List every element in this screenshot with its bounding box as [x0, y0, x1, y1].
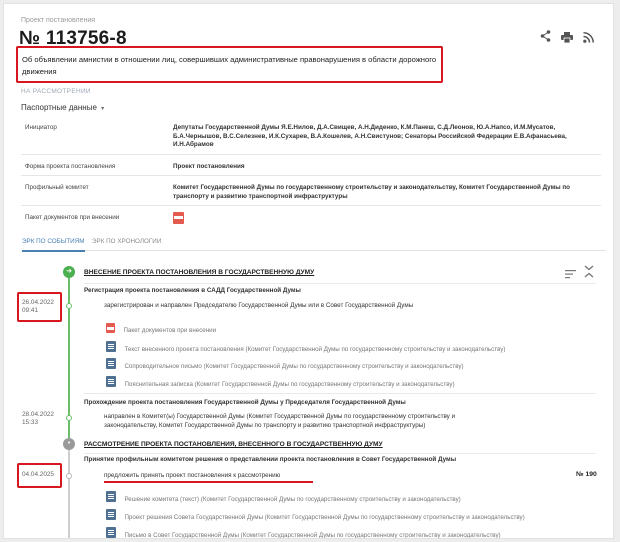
tab-events[interactable]: ЭРК ПО СОБЫТИЯМ: [22, 238, 85, 252]
passport-key: Профильный комитет: [21, 175, 169, 206]
underline-highlight: [104, 481, 313, 483]
document-label: Решение комитета (текст) (Комитет Госуда…: [124, 496, 461, 503]
document-link[interactable]: Пояснительная записка (Комитет Государст…: [106, 373, 455, 391]
document-label: Пакет документов при внесении: [123, 327, 217, 334]
divider: [84, 393, 596, 394]
doc-icon: [106, 491, 116, 503]
passport-row: Форма проекта постановления Проект поста…: [21, 154, 601, 176]
document-link[interactable]: Пакет документов при внесении: [106, 319, 216, 337]
doc-icon: [106, 527, 116, 538]
doc-icon: [106, 509, 116, 521]
document-link[interactable]: Сопроводительное письмо (Комитет Государ…: [106, 355, 464, 373]
rss-icon[interactable]: [583, 30, 594, 43]
pdf-icon[interactable]: [173, 212, 184, 224]
event-time: 15:33: [22, 419, 38, 426]
passport-value: Депутаты Государственной Думы Я.Е.Нилов,…: [169, 120, 601, 155]
print-icon[interactable]: [561, 30, 573, 44]
bill-description: Об объявлении амнистии в отношении лиц, …: [22, 55, 437, 76]
document-link[interactable]: Решение комитета (текст) (Комитет Госуда…: [106, 488, 461, 506]
chevron-down-icon: ▾: [101, 106, 105, 112]
sort-icon[interactable]: [565, 266, 577, 279]
bill-kind-label: Проект постановления: [21, 17, 96, 24]
doc-icon: [106, 376, 116, 388]
document-link[interactable]: Письмо в Совет Государственной Думы (Ком…: [106, 524, 501, 539]
document-label: Проект решения Совета Государственной Ду…: [124, 514, 525, 521]
passport-table: Инициатор Депутаты Государственной Думы …: [21, 120, 601, 232]
event-text: зарегистрирован и направлен Председателю…: [104, 302, 414, 309]
document-label: Сопроводительное письмо (Комитет Государ…: [124, 363, 464, 370]
bill-card: Проект постановления № 113756-8 Об объяв…: [3, 3, 614, 539]
passport-row: Пакет документов при внесении: [21, 206, 601, 232]
document-link[interactable]: Проект решения Совета Государственной Ду…: [106, 506, 525, 524]
event-date: 04.04.2025: [22, 471, 54, 478]
tab-bar: ЭРК ПО СОБЫТИЯМ ЭРК ПО ХРОНОЛОГИИ: [21, 237, 606, 252]
stage-title[interactable]: ВНЕСЕНИЕ ПРОЕКТА ПОСТАНОВЛЕНИЯ В ГОСУДАР…: [84, 269, 314, 276]
passport-value: Комитет Государственной Думы по государс…: [169, 175, 601, 206]
stage-title[interactable]: РАССМОТРЕНИЕ ПРОЕКТА ПОСТАНОВЛЕНИЯ, ВНЕС…: [84, 441, 383, 448]
doc-icon: [106, 341, 116, 353]
passport-key: Пакет документов при внесении: [25, 214, 120, 221]
event-dot: [66, 415, 72, 421]
stage-done-icon: ➜: [63, 266, 75, 278]
event-subtitle: Регистрация проекта постановления в САДД…: [84, 287, 301, 294]
event-dot: [66, 303, 72, 309]
passport-heading: Паспортные данные: [21, 103, 97, 112]
event-subtitle: Прохождение проекта постановления Госуда…: [84, 399, 406, 406]
event-text: направлен в Комитет(ы) Государственной Д…: [104, 413, 456, 429]
share-icon[interactable]: [540, 29, 551, 42]
passport-key: Форма проекта постановления: [21, 154, 169, 176]
divider: [84, 453, 596, 454]
passport-toggle[interactable]: Паспортные данные ▾: [21, 103, 104, 112]
document-label: Пояснительная записка (Комитет Государст…: [124, 381, 455, 388]
doc-icon: [106, 358, 116, 370]
stage-pending-icon: •: [63, 438, 75, 450]
pdf-icon: [106, 322, 115, 333]
collapse-all-icon[interactable]: [584, 265, 594, 278]
event-dot: [66, 473, 72, 479]
timeline-line: [68, 444, 70, 538]
passport-row: Инициатор Депутаты Государственной Думы …: [21, 120, 601, 155]
document-link[interactable]: Текст внесенного проекта постановления (…: [106, 338, 505, 356]
event-date: 26.04.2022: [22, 299, 54, 306]
status-badge: НА РАССМОТРЕНИИ: [21, 88, 91, 95]
decision-number: № 190: [576, 471, 597, 478]
event-date: 28.04.2022: [22, 411, 54, 418]
timeline-line: [68, 266, 70, 438]
divider: [84, 283, 596, 284]
event-time: 09:41: [22, 307, 38, 314]
document-label: Письмо в Совет Государственной Думы (Ком…: [124, 532, 501, 539]
passport-row: Профильный комитет Комитет Государственн…: [21, 175, 601, 206]
passport-key: Инициатор: [21, 120, 169, 155]
tab-chronology[interactable]: ЭРК ПО ХРОНОЛОГИИ: [92, 238, 161, 245]
passport-value: Проект постановления: [169, 154, 601, 176]
event-subtitle: Принятие профильным комитетом решения о …: [84, 456, 457, 463]
document-label: Текст внесенного проекта постановления (…: [124, 346, 506, 353]
event-text: предложить принять проект постановления …: [104, 472, 281, 479]
